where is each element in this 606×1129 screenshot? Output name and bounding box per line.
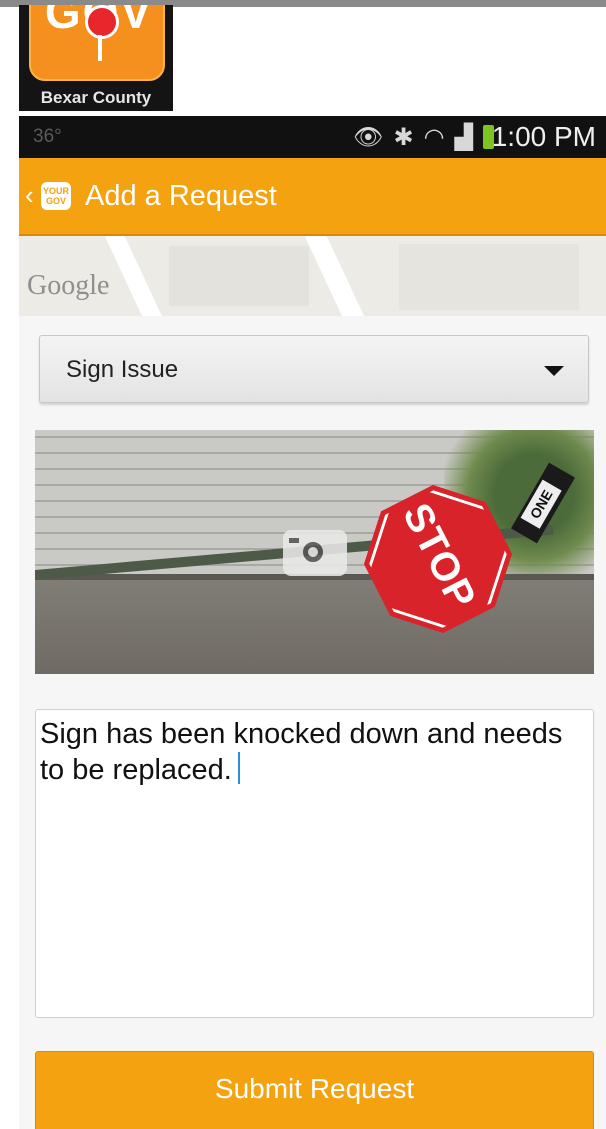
category-dropdown[interactable]: Sign Issue bbox=[39, 335, 589, 403]
map-road bbox=[100, 236, 176, 316]
logo-caption: Bexar County bbox=[40, 88, 152, 107]
logo-tile: GOV bbox=[29, 5, 165, 81]
bexar-county-logo: GOV Bexar County bbox=[19, 5, 173, 111]
map-attribution: Google bbox=[27, 270, 110, 301]
description-textarea[interactable]: Sign has been knocked down and needs to … bbox=[35, 709, 594, 1018]
your-gov-app-icon[interactable]: YOUR GOV bbox=[41, 182, 71, 210]
submit-request-button[interactable]: Submit Request bbox=[35, 1051, 594, 1129]
text-cursor bbox=[237, 752, 240, 784]
temperature-readout: 36° bbox=[33, 126, 62, 147]
map-block bbox=[399, 244, 579, 310]
caret-down-icon bbox=[544, 366, 564, 376]
clock: 1:00 PM bbox=[491, 121, 596, 152]
status-bar: 36° 👁 ✱ ◠ ▟ 1:00 PM bbox=[19, 116, 606, 158]
signal-icon: ▟ bbox=[454, 123, 473, 151]
eye-icon: 👁 bbox=[353, 123, 384, 151]
map-road bbox=[300, 236, 378, 316]
camera-icon[interactable] bbox=[283, 530, 347, 576]
map-pin-stem bbox=[98, 35, 102, 61]
category-selected-value: Sign Issue bbox=[66, 356, 179, 383]
request-photo[interactable]: ONE STOP bbox=[35, 430, 594, 674]
location-map[interactable]: Google bbox=[19, 236, 606, 316]
map-block bbox=[169, 246, 309, 306]
back-chevron-icon[interactable]: ‹ bbox=[25, 180, 34, 211]
page-title: Add a Request bbox=[85, 180, 277, 212]
status-icons: 👁 ✱ ◠ ▟ bbox=[353, 122, 494, 152]
map-pin-icon bbox=[85, 5, 119, 39]
bluetooth-icon: ✱ bbox=[393, 123, 414, 151]
pavement bbox=[35, 580, 594, 674]
action-bar: ‹ YOUR GOV Add a Request bbox=[19, 158, 606, 236]
wifi-icon: ◠ bbox=[423, 123, 445, 151]
description-text: Sign has been knocked down and needs to … bbox=[40, 718, 563, 786]
